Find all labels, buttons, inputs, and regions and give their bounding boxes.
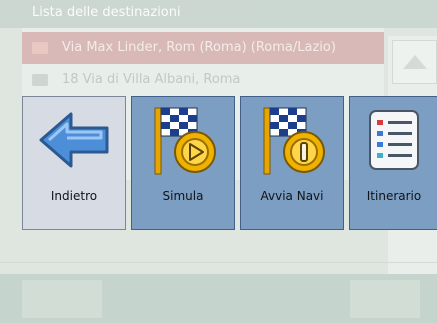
back-label: Indietro [50, 189, 98, 203]
divider [0, 262, 437, 263]
checkered-flag-start-icon [241, 97, 343, 183]
location-icon [32, 42, 48, 54]
bottom-menu-button[interactable] [350, 280, 420, 318]
simulate-button[interactable]: Simula [131, 96, 235, 230]
list-item[interactable]: 18 Via di Villa Albani, Roma [22, 64, 384, 96]
list-item-label: Via Max Linder, Rom (Roma) (Roma/Lazio) [62, 40, 336, 55]
list-item-selected[interactable]: Via Max Linder, Rom (Roma) (Roma/Lazio) [22, 32, 384, 64]
scroll-up-button[interactable] [392, 40, 437, 84]
bottom-back-button[interactable] [22, 280, 102, 318]
itinerary-label: Itinerario [366, 189, 422, 203]
action-toolbar: Indietro Simula Avvia Navi Itinerario [22, 96, 437, 230]
itinerary-list-icon [350, 97, 437, 183]
start-navigation-button[interactable]: Avvia Navi [240, 96, 344, 230]
back-button[interactable]: Indietro [22, 96, 126, 230]
location-icon [32, 74, 48, 86]
bottom-bar [0, 274, 437, 323]
list-item-label: 18 Via di Villa Albani, Roma [62, 72, 241, 87]
start-navigation-label: Avvia Navi [260, 189, 324, 203]
simulate-label: Simula [162, 189, 204, 203]
itinerary-button[interactable]: Itinerario [349, 96, 437, 230]
back-arrow-icon [23, 97, 125, 183]
checkered-flag-play-icon [132, 97, 234, 183]
destination-list-title: Lista delle destinazioni [0, 0, 437, 28]
